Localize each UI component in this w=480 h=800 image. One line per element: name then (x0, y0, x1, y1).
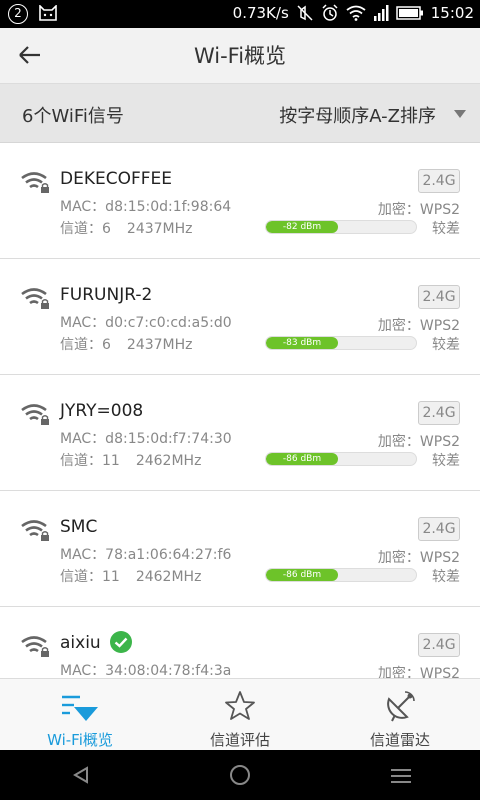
channel-frequency: 2462MHz (135, 569, 202, 585)
channel-info: 信道：11 2462MHz (60, 566, 201, 586)
wifi-locked-icon (21, 520, 49, 541)
wifi-locked-icon (21, 288, 49, 309)
channel-frequency: 2437MHz (126, 337, 193, 353)
signal-strength-bar: -82 dBm (265, 220, 417, 234)
channel-number: 信道：6 (60, 221, 111, 237)
wifi-locked-icon (21, 172, 49, 193)
network-list: DEKECOFFEE 2.4G MAC：d8:15:0d:1f:98:64 加密… (0, 143, 480, 678)
encryption-type: 加密：WPS2 (377, 318, 460, 334)
alarm-icon (322, 4, 338, 21)
band-badge: 2.4G (418, 285, 460, 309)
network-item-connected[interactable]: aixiu 2.4G MAC：34:08:04:78:f4:3a 加密：WPS2 (0, 607, 480, 678)
tab-wifi-overview[interactable]: Wi-Fi概览 (0, 679, 160, 750)
channel-number: 信道：6 (60, 337, 111, 353)
radar-icon (387, 691, 415, 722)
mac-address: MAC：d0:c7:c0:cd:a5:d0 (60, 315, 232, 331)
page-title: Wi-Fi概览 (193, 44, 287, 68)
signal-quality: 较差 (432, 453, 460, 469)
list-toolbar: 6个WiFi信号 按字母顺序A-Z排序 (0, 83, 480, 143)
network-count: 6个WiFi信号 (22, 106, 124, 127)
band-badge: 2.4G (418, 169, 460, 193)
signal-dbm: -86 dBm (282, 570, 322, 580)
channel-info: 信道：6 2437MHz (60, 218, 193, 238)
bottom-tab-bar: Wi-Fi概览 信道评估 信道雷达 (0, 678, 480, 750)
status-bar: 2 0.73K/s 15:02 (0, 0, 480, 28)
network-ssid: aixiu (60, 633, 101, 653)
signal-quality: 较差 (432, 221, 460, 237)
notification-count-badge: 2 (8, 4, 28, 24)
tab-label: Wi-Fi概览 (47, 731, 113, 749)
cat-icon (39, 5, 57, 21)
signal-dbm: -83 dBm (282, 338, 322, 348)
mac-address: MAC：d8:15:0d:1f:98:64 (60, 199, 232, 215)
channel-number: 信道：11 (60, 569, 120, 585)
channel-info: 信道：11 2462MHz (60, 450, 201, 470)
encryption-type: 加密：WPS2 (377, 666, 460, 678)
clock: 15:02 (430, 4, 474, 22)
tab-channel-radar[interactable]: 信道雷达 (320, 679, 480, 750)
signal-quality: 较差 (432, 569, 460, 585)
band-badge: 2.4G (418, 401, 460, 425)
wifi-status-icon (346, 5, 366, 21)
mute-icon (297, 5, 313, 21)
channel-info: 信道：6 2437MHz (60, 334, 193, 354)
tab-label: 信道雷达 (369, 731, 430, 749)
signal-strength-bar: -86 dBm (265, 568, 417, 582)
mac-address: MAC：d8:15:0d:f7:74:30 (60, 431, 232, 447)
nav-back-icon[interactable] (72, 766, 90, 784)
band-badge: 2.4G (418, 517, 460, 541)
channel-number: 信道：11 (60, 453, 120, 469)
network-ssid: JYRY=008 (60, 401, 144, 421)
mac-address: MAC：34:08:04:78:f4:3a (60, 663, 232, 678)
system-nav-bar (0, 750, 480, 800)
wifi-locked-icon (21, 636, 49, 657)
signal-strength-bar: -83 dBm (265, 336, 417, 350)
channel-frequency: 2437MHz (126, 221, 193, 237)
encryption-type: 加密：WPS2 (377, 202, 460, 218)
tab-channel-evaluation[interactable]: 信道评估 (160, 679, 320, 750)
network-ssid: SMC (60, 517, 98, 537)
encryption-type: 加密：WPS2 (377, 434, 460, 450)
dropdown-arrow-icon[interactable] (454, 110, 466, 118)
nav-home-icon[interactable] (230, 765, 250, 785)
signal-dbm: -86 dBm (282, 454, 322, 464)
signal-quality: 较差 (432, 337, 460, 353)
signal-dbm: -82 dBm (282, 222, 322, 232)
network-ssid: DEKECOFFEE (60, 169, 173, 189)
app-header: Wi-Fi概览 (0, 28, 480, 82)
network-ssid: FURUNJR-2 (60, 285, 153, 305)
star-icon (225, 691, 255, 720)
signal-strength-bar: -86 dBm (265, 452, 417, 466)
network-item[interactable]: FURUNJR-2 2.4G MAC：d0:c7:c0:cd:a5:d0 加密：… (0, 259, 480, 375)
battery-icon (396, 6, 423, 20)
network-item[interactable]: JYRY=008 2.4G MAC：d8:15:0d:f7:74:30 加密：W… (0, 375, 480, 491)
nav-menu-icon[interactable] (390, 768, 412, 784)
band-badge: 2.4G (418, 633, 460, 657)
sort-dropdown[interactable]: 按字母顺序A-Z排序 (279, 102, 436, 128)
network-item[interactable]: SMC 2.4G MAC：78:a1:06:64:27:f6 加密：WPS2 信… (0, 491, 480, 607)
cell-signal-icon (373, 5, 389, 21)
encryption-type: 加密：WPS2 (377, 550, 460, 566)
network-item[interactable]: DEKECOFFEE 2.4G MAC：d8:15:0d:1f:98:64 加密… (0, 143, 480, 259)
connected-check-icon (110, 631, 132, 653)
channel-frequency: 2462MHz (135, 453, 202, 469)
wifi-locked-icon (21, 404, 49, 425)
tab-label: 信道评估 (209, 731, 270, 749)
network-speed: 0.73K/s (232, 4, 289, 22)
mac-address: MAC：78:a1:06:64:27:f6 (60, 547, 232, 563)
wifi-overview-icon (62, 695, 98, 721)
